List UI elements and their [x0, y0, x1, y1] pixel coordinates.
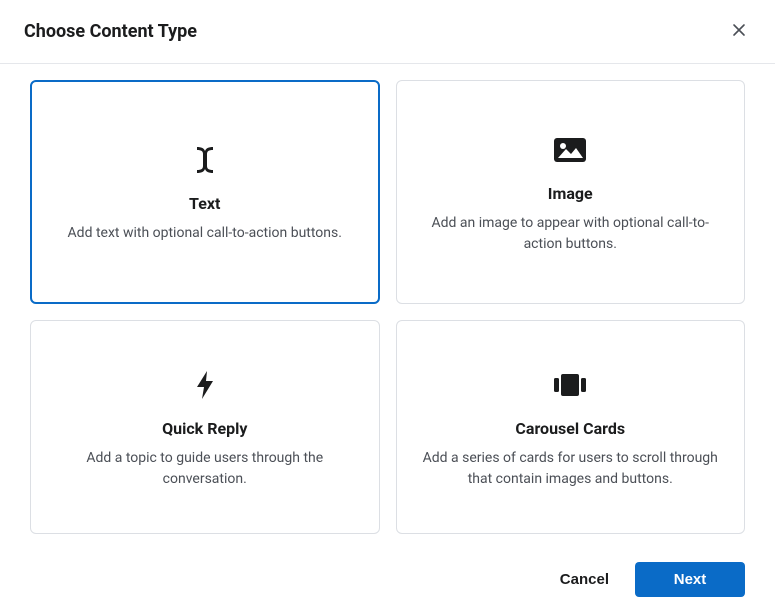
option-quick-reply[interactable]: Quick Reply Add a topic to guide users t…	[30, 320, 380, 534]
image-icon	[553, 130, 587, 170]
option-text[interactable]: Text Add text with optional call-to-acti…	[30, 80, 380, 304]
lightning-icon	[195, 365, 215, 405]
modal-body: Text Add text with optional call-to-acti…	[0, 64, 775, 550]
cancel-button[interactable]: Cancel	[554, 563, 615, 596]
option-title: Text	[189, 194, 220, 213]
option-image[interactable]: Image Add an image to appear with option…	[396, 80, 746, 304]
option-description: Add an image to appear with optional cal…	[421, 213, 721, 254]
content-type-options: Text Add text with optional call-to-acti…	[30, 80, 745, 534]
close-icon	[731, 22, 747, 41]
close-button[interactable]	[727, 18, 751, 45]
modal-title: Choose Content Type	[24, 21, 197, 42]
text-cursor-icon	[194, 140, 216, 180]
option-title: Carousel Cards	[515, 419, 625, 438]
option-description: Add a series of cards for users to scrol…	[421, 448, 721, 489]
modal-header: Choose Content Type	[0, 0, 775, 64]
carousel-icon	[552, 365, 588, 405]
option-description: Add a topic to guide users through the c…	[55, 448, 355, 489]
modal-footer: Cancel Next	[0, 548, 775, 611]
option-title: Image	[548, 184, 593, 203]
option-title: Quick Reply	[162, 419, 247, 438]
option-description: Add text with optional call-to-action bu…	[68, 223, 342, 243]
option-carousel[interactable]: Carousel Cards Add a series of cards for…	[396, 320, 746, 534]
next-button[interactable]: Next	[635, 562, 745, 597]
